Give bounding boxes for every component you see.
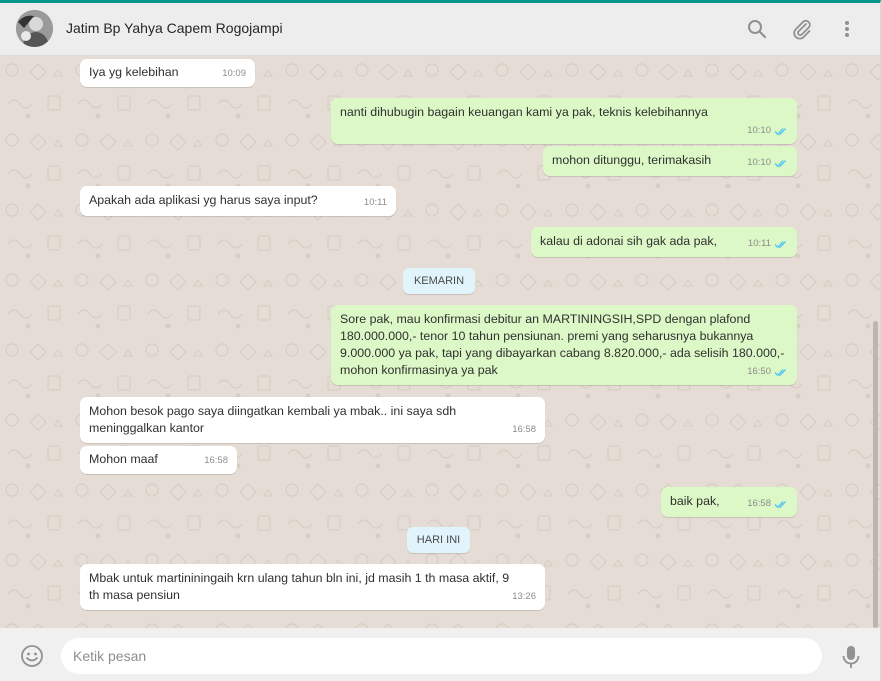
date-divider: HARI INI	[407, 527, 470, 553]
message-incoming[interactable]: Apakah ada aplikasi yg harus saya input?…	[80, 186, 396, 216]
message-text: Sore pak, mau konfirmasi debitur an MART…	[340, 312, 785, 377]
message-time: 16:58	[204, 455, 228, 466]
message-time: 10:09	[222, 68, 246, 79]
double-check-icon	[774, 127, 786, 135]
message-time: 10:11	[363, 197, 387, 208]
message-incoming[interactable]: Iya yg kelebihan 10:09	[80, 59, 255, 87]
message-text: nanti dihubugin bagain keuangan kami ya …	[340, 105, 708, 119]
double-check-icon	[774, 159, 786, 167]
smiley-icon[interactable]	[20, 644, 44, 668]
chat-header: Jatim Bp Yahya Capem Rogojampi	[0, 3, 880, 56]
message-outgoing[interactable]: Sore pak, mau konfirmasi debitur an MART…	[331, 305, 797, 385]
composer-bar	[0, 628, 880, 681]
message-outgoing[interactable]: kalau di adonai sih gak ada pak, 10:11	[531, 227, 797, 257]
message-input[interactable]	[61, 638, 822, 674]
paperclip-icon[interactable]	[790, 17, 814, 41]
message-time: 13:26	[512, 591, 536, 602]
message-incoming[interactable]: Mbak untuk martininingaih krn ulang tahu…	[80, 564, 545, 610]
message-input-container	[61, 638, 822, 674]
chat-window: Jatim Bp Yahya Capem Rogojampi Iya yg ke…	[0, 0, 881, 681]
scrollbar[interactable]	[873, 321, 878, 628]
message-incoming[interactable]: Mohon maaf 16:58	[80, 446, 237, 474]
message-time: 16:58	[747, 495, 788, 512]
more-vertical-icon[interactable]	[835, 17, 859, 41]
date-divider: KEMARIN	[403, 268, 475, 294]
message-time: 16:50	[747, 363, 788, 380]
double-check-icon	[774, 368, 786, 376]
avatar[interactable]	[16, 10, 53, 47]
message-time: 10:10	[747, 122, 788, 139]
message-text: Mohon besok pago saya diingatkan kembali…	[89, 404, 457, 435]
microphone-icon[interactable]	[840, 644, 862, 670]
message-outgoing[interactable]: baik pak, 16:58	[661, 487, 797, 517]
message-list[interactable]: Iya yg kelebihan 10:09 nanti dihubugin b…	[0, 56, 880, 628]
double-check-icon	[774, 500, 786, 508]
chat-title[interactable]: Jatim Bp Yahya Capem Rogojampi	[66, 20, 283, 36]
message-outgoing[interactable]: mohon ditunggu, terimakasih 10:10	[543, 146, 797, 176]
message-outgoing[interactable]: nanti dihubugin bagain keuangan kami ya …	[331, 98, 797, 144]
message-time: 10:11	[748, 235, 788, 252]
message-text: Mbak untuk martininingaih krn ulang tahu…	[89, 571, 510, 602]
search-icon[interactable]	[745, 17, 769, 41]
message-time: 10:10	[747, 154, 788, 171]
message-time: 16:58	[512, 424, 536, 435]
message-text: Apakah ada aplikasi yg harus saya input?	[89, 193, 318, 207]
double-check-icon	[774, 240, 786, 248]
message-incoming[interactable]: Mohon besok pago saya diingatkan kembali…	[80, 397, 545, 443]
